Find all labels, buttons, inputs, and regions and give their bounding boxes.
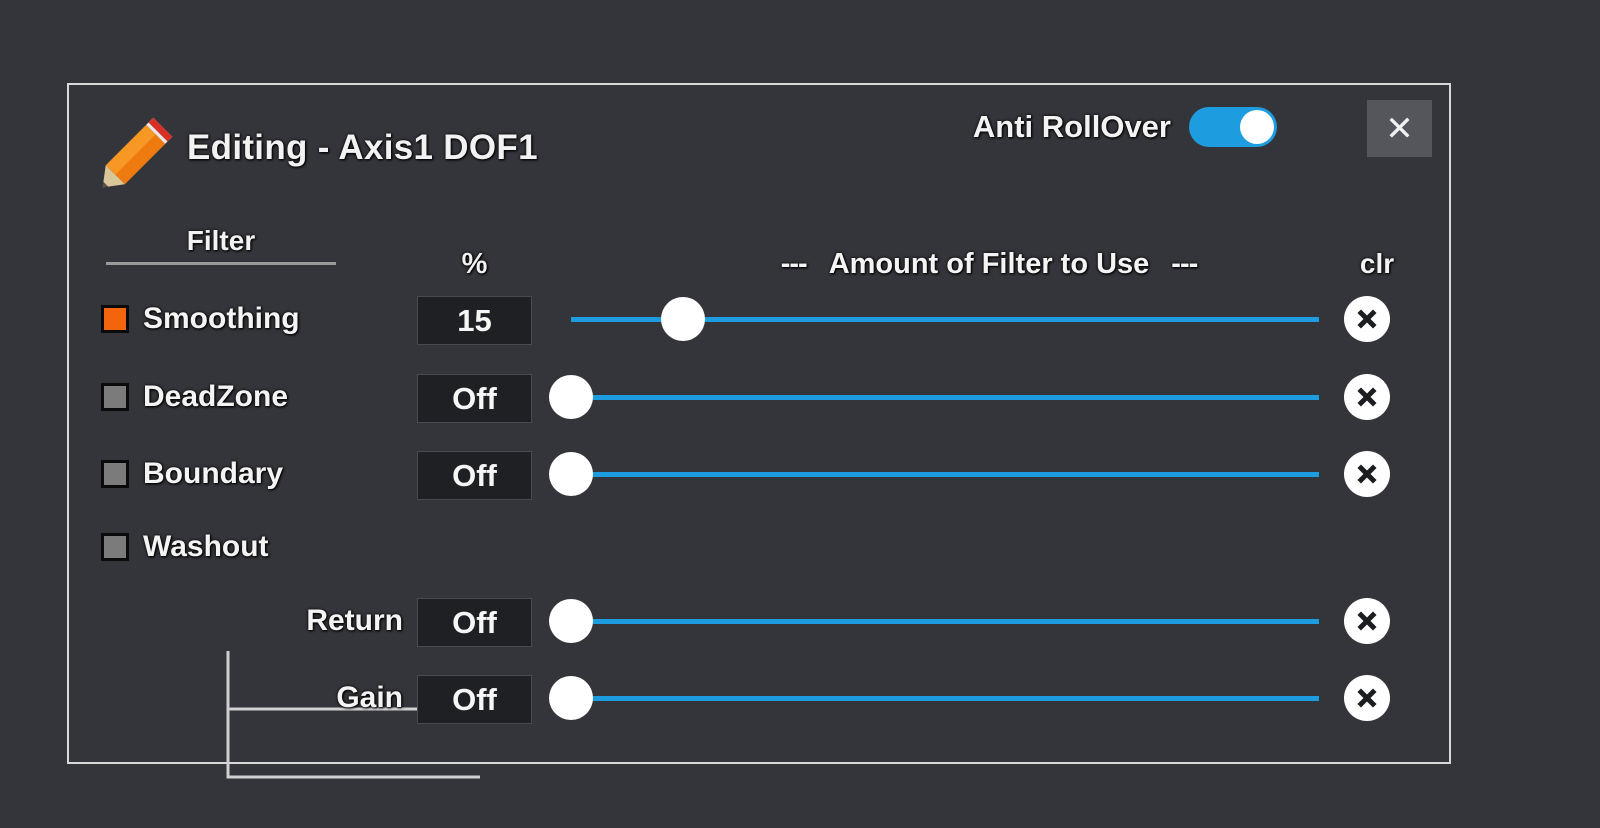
slider-track — [571, 696, 1319, 701]
pencil-icon — [102, 117, 173, 188]
filter-row-washout: Washout — [69, 516, 1449, 578]
filter-row-label-zone: Washout — [101, 516, 413, 578]
filter-value-text: Off — [452, 381, 497, 416]
clear-icon — [1357, 387, 1377, 407]
clear-button-smoothing[interactable] — [1344, 296, 1390, 342]
filter-checkbox-washout[interactable] — [101, 533, 129, 561]
column-header-percent: % — [461, 248, 488, 280]
clear-button-deadzone[interactable] — [1344, 374, 1390, 420]
slider-thumb[interactable] — [549, 375, 593, 419]
column-header-clr: clr — [1359, 248, 1395, 279]
filter-row-label-zone: Smoothing — [101, 288, 413, 350]
filter-value-text: 15 — [457, 303, 492, 338]
filter-checkbox-boundary[interactable] — [101, 460, 129, 488]
clear-icon — [1357, 611, 1377, 631]
anti-rollover-label: Anti RollOver — [972, 109, 1171, 144]
filter-value-box-return[interactable]: Off — [417, 598, 532, 647]
filter-value-box-boundary[interactable]: Off — [417, 451, 532, 500]
slider-thumb[interactable] — [549, 452, 593, 496]
filter-row-smoothing: Smoothing 15 — [69, 288, 1449, 350]
filter-row-label-deadzone: DeadZone — [143, 380, 289, 413]
column-header-divider — [106, 262, 336, 265]
slider-thumb[interactable] — [549, 599, 593, 643]
slider-track — [571, 619, 1319, 624]
column-header-amount-label: Amount of Filter to Use — [828, 248, 1150, 280]
close-icon: ✕ — [1385, 109, 1414, 148]
filter-row-label-return: Return — [306, 604, 403, 637]
clear-button-boundary[interactable] — [1344, 451, 1390, 497]
page-title: Editing - Axis1 DOF1 — [187, 128, 538, 167]
close-button[interactable]: ✕ — [1367, 100, 1432, 157]
filter-row-label-washout: Washout — [143, 530, 269, 563]
column-header-filter: Filter — [106, 225, 336, 265]
clear-icon — [1357, 464, 1377, 484]
filter-row-label-smoothing: Smoothing — [143, 302, 300, 335]
clear-icon — [1357, 688, 1377, 708]
panel-title-bar: Editing - Axis1 DOF1 Anti RollOver ✕ — [69, 85, 1449, 195]
slider-thumb[interactable] — [661, 297, 706, 341]
filter-row-boundary: Boundary Off — [69, 443, 1449, 505]
anti-rollover-toggle[interactable] — [1189, 107, 1277, 147]
filter-value-text: Off — [452, 458, 497, 493]
filter-value-box-gain[interactable]: Off — [417, 675, 532, 724]
filter-row-label-boundary: Boundary — [143, 457, 284, 490]
filter-row-gain: Gain Off — [69, 667, 1449, 729]
slider-track — [571, 395, 1319, 400]
filter-row-label-zone: Boundary — [101, 443, 413, 505]
dash-left: --- — [780, 248, 808, 280]
filter-value-box-deadzone[interactable]: Off — [417, 374, 532, 423]
clear-button-return[interactable] — [1344, 598, 1390, 644]
filter-row-deadzone: DeadZone Off — [69, 366, 1449, 428]
filter-row-label-gain: Gain — [336, 681, 403, 714]
filter-slider-smoothing[interactable] — [549, 288, 1329, 350]
filter-slider-deadzone[interactable] — [549, 366, 1329, 428]
anti-rollover-group: Anti RollOver — [973, 107, 1277, 147]
filter-row-return: Return Off — [69, 590, 1449, 652]
column-header-filter-label: Filter — [186, 225, 256, 256]
toggle-knob — [1240, 110, 1274, 144]
slider-track — [571, 472, 1319, 477]
clear-icon — [1357, 309, 1377, 329]
filter-value-text: Off — [452, 682, 497, 717]
filter-row-label-zone: Return — [101, 590, 413, 652]
filter-slider-boundary[interactable] — [549, 443, 1329, 505]
column-header-amount: --- Amount of Filter to Use --- — [629, 248, 1349, 281]
slider-thumb[interactable] — [549, 676, 593, 720]
filter-value-text: Off — [452, 605, 497, 640]
filter-row-label-zone: DeadZone — [101, 366, 413, 428]
dash-right: --- — [1171, 248, 1198, 280]
filter-value-box-smoothing[interactable]: 15 — [417, 296, 532, 345]
filter-checkbox-deadzone[interactable] — [101, 383, 129, 411]
filter-slider-return[interactable] — [549, 590, 1329, 652]
filter-checkbox-smoothing[interactable] — [101, 305, 129, 333]
clear-button-gain[interactable] — [1344, 675, 1390, 721]
filter-editor-panel: Editing - Axis1 DOF1 Anti RollOver ✕ Fil… — [67, 83, 1451, 779]
filter-row-label-zone: Gain — [101, 667, 413, 729]
filter-slider-gain[interactable] — [549, 667, 1329, 729]
